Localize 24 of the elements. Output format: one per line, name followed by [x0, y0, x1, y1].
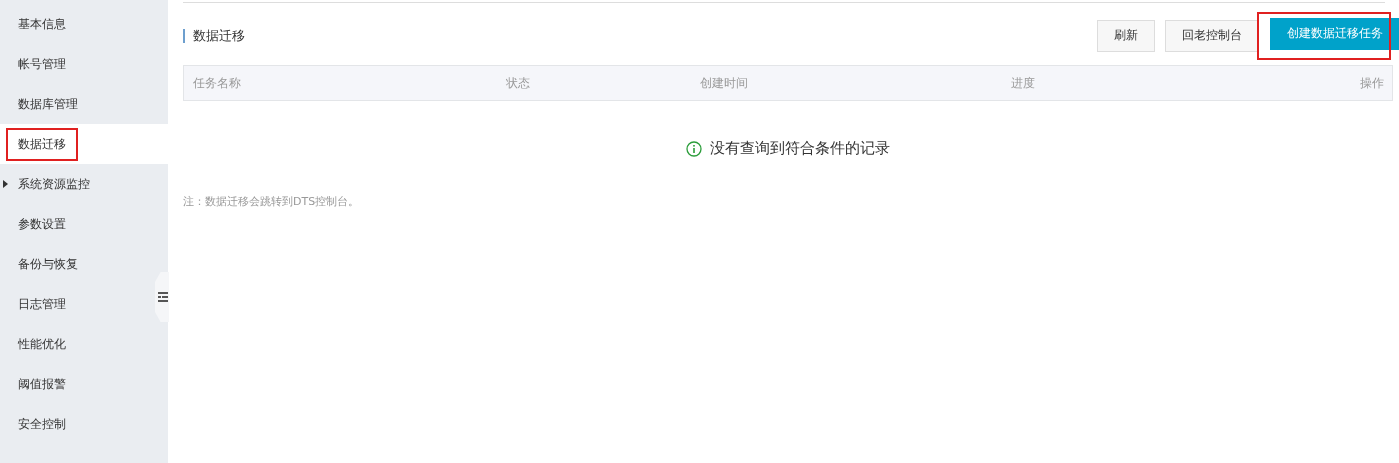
refresh-button[interactable]: 刷新: [1097, 19, 1155, 52]
old-console-button[interactable]: 回老控制台: [1165, 19, 1259, 52]
sidebar-item[interactable]: 基本信息: [0, 4, 168, 44]
column-header: 操作: [1359, 74, 1384, 92]
caret-icon: [3, 180, 8, 188]
sidebar-item[interactable]: 性能优化: [0, 324, 168, 364]
column-header: 任务名称: [193, 74, 242, 92]
info-icon: [686, 140, 702, 157]
sidebar-item[interactable]: 数据库管理: [0, 84, 168, 124]
sidebar-item[interactable]: 数据迁移: [0, 124, 168, 164]
menu-icon: [158, 292, 168, 302]
column-header: 进度: [1011, 74, 1036, 92]
sidebar-item[interactable]: 备份与恢复: [0, 244, 168, 284]
collapse-handle[interactable]: [155, 272, 169, 322]
sidebar-item[interactable]: 系统资源监控: [0, 164, 168, 204]
empty-message: 没有查询到符合条件的记录: [710, 139, 890, 158]
column-header: 创建时间: [700, 74, 749, 92]
sidebar-item[interactable]: 参数设置: [0, 204, 168, 244]
sidebar-item[interactable]: 安全控制: [0, 404, 168, 444]
sidebar-item[interactable]: 阈值报警: [0, 364, 168, 404]
note-text: 注：数据迁移会跳转到DTS控制台。: [183, 194, 361, 209]
sidebar-item[interactable]: 帐号管理: [0, 44, 168, 84]
page-title: 数据迁移: [183, 28, 245, 43]
column-header: 状态: [506, 74, 531, 92]
